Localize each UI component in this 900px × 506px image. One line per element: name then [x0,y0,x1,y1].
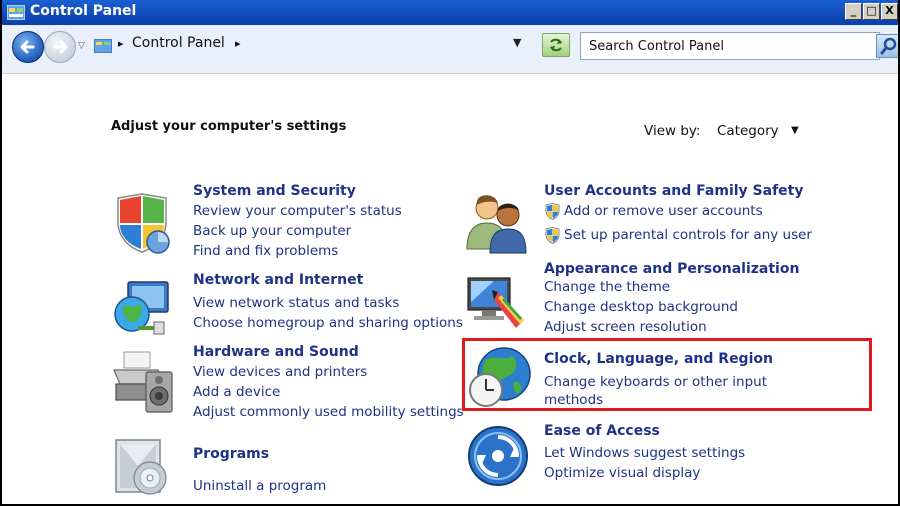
address-toolbar: ▽ ▸ Control Panel ▸ ▼ [2,25,898,74]
search-icon [880,37,897,55]
title-bar[interactable]: Control Panel _ □ X [2,0,898,25]
programs-icon[interactable] [110,436,174,500]
monitor-paint-icon[interactable] [464,272,528,336]
back-arrow-icon [20,40,35,54]
link-find-fix-problems[interactable]: Find and fix problems [193,243,338,259]
uac-shield-icon [545,227,560,244]
link-windows-suggest[interactable]: Let Windows suggest settings [544,445,745,461]
breadcrumb-control-panel[interactable]: Control Panel [132,35,225,51]
search-button[interactable] [876,34,898,58]
view-by-dropdown-arrow[interactable]: ▼ [791,125,799,136]
shield-icon[interactable] [110,192,174,256]
search-input[interactable] [589,37,859,55]
breadcrumb-separator[interactable]: ▸ [235,37,241,50]
users-icon[interactable] [464,191,528,255]
ease-of-access-icon[interactable] [466,424,530,488]
link-uninstall-program[interactable]: Uninstall a program [193,478,326,494]
link-devices-printers[interactable]: View devices and printers [193,364,367,380]
close-button[interactable]: X [881,3,898,20]
view-by-dropdown[interactable]: Category [717,123,779,139]
category-network-and-internet[interactable]: Network and Internet [193,272,363,288]
maximize-button[interactable]: □ [863,3,880,20]
uac-shield-icon [545,203,560,220]
address-dropdown-arrow[interactable]: ▼ [513,36,521,49]
category-hardware-and-sound[interactable]: Hardware and Sound [193,344,359,360]
category-appearance-personalization[interactable]: Appearance and Personalization [544,261,799,277]
link-network-status[interactable]: View network status and tasks [193,295,399,311]
link-parental-controls[interactable]: Set up parental controls for any user [564,227,812,243]
minimize-button[interactable]: _ [845,3,862,20]
category-system-and-security[interactable]: System and Security [193,183,356,199]
view-by-label: View by: [644,123,701,139]
link-review-status[interactable]: Review your computer's status [193,203,402,219]
refresh-icon [550,38,562,52]
refresh-button[interactable] [542,33,570,57]
category-programs[interactable]: Programs [193,446,269,462]
forward-arrow-icon [53,40,68,54]
link-homegroup-sharing[interactable]: Choose homegroup and sharing options [193,315,463,331]
link-optimize-display[interactable]: Optimize visual display [544,465,700,481]
back-button[interactable] [12,31,44,63]
link-add-remove-users[interactable]: Add or remove user accounts [564,203,763,219]
search-box [580,32,880,60]
printer-icon[interactable] [110,350,174,414]
link-add-device[interactable]: Add a device [193,384,280,400]
category-user-accounts[interactable]: User Accounts and Family Safety [544,183,803,199]
link-screen-resolution[interactable]: Adjust screen resolution [544,319,707,335]
link-mobility-settings[interactable]: Adjust commonly used mobility settings [193,404,464,420]
forward-button[interactable] [44,31,76,63]
link-back-up[interactable]: Back up your computer [193,223,351,239]
window-title: Control Panel [30,3,137,19]
control-panel-icon [7,5,25,20]
link-change-theme[interactable]: Change the theme [544,279,670,295]
breadcrumb-separator[interactable]: ▸ [118,37,124,50]
category-ease-of-access[interactable]: Ease of Access [544,423,660,439]
recent-pages-dropdown[interactable]: ▽ [78,41,85,51]
main-content: Adjust your computer's settings View by:… [2,74,898,504]
highlight-box [462,338,872,411]
control-panel-icon [94,39,112,53]
link-desktop-background[interactable]: Change desktop background [544,299,738,315]
page-heading: Adjust your computer's settings [111,119,347,134]
control-panel-window: Control Panel _ □ X ▽ ▸ Control Panel ▸ … [0,0,900,506]
globe-network-icon[interactable] [110,278,174,342]
